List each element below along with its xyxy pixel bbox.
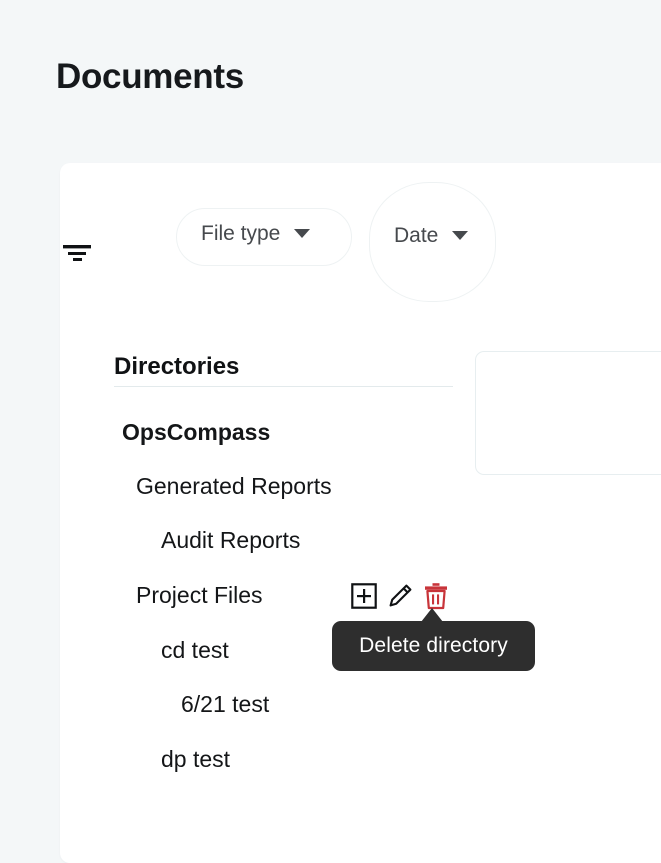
filter-icon[interactable]	[61, 240, 97, 266]
tree-item-label: Project Files	[136, 582, 263, 608]
tree-item-opscompass[interactable]: OpsCompass	[122, 421, 270, 444]
directories-heading: Directories	[114, 353, 240, 380]
directories-divider	[114, 386, 453, 387]
tree-item-audit-reports[interactable]: Audit Reports	[161, 529, 300, 552]
filter-chip-date[interactable]: Date	[369, 182, 496, 302]
documents-page: Documents File type Date Directories Ops…	[0, 0, 661, 863]
tree-item-cd-test[interactable]: cd test	[161, 639, 229, 662]
tree-item-dp-test[interactable]: dp test	[161, 748, 230, 771]
details-panel	[475, 351, 661, 475]
tree-item-label: Audit Reports	[161, 527, 301, 553]
tree-item-project-files[interactable]: Project Files	[136, 584, 263, 607]
tooltip-arrow	[421, 608, 443, 622]
tree-item-label: dp test	[161, 746, 231, 772]
documents-card	[60, 163, 661, 863]
edit-directory-button[interactable]	[384, 580, 415, 612]
filter-chip-file-type[interactable]: File type	[176, 208, 352, 266]
chevron-down-icon	[294, 229, 311, 238]
tree-item-label: OpsCompass	[122, 419, 271, 445]
tooltip-label: Delete directory	[359, 634, 508, 657]
add-directory-button[interactable]	[348, 580, 379, 612]
chevron-down-icon	[452, 231, 469, 240]
tree-item-621-test[interactable]: 6/21 test	[181, 693, 269, 716]
tree-item-generated-reports[interactable]: Generated Reports	[136, 475, 332, 498]
tree-item-label: cd test	[161, 637, 229, 663]
filter-chip-date-label: Date	[394, 224, 439, 247]
page-title: Documents	[56, 57, 244, 96]
filter-chip-file-type-label: File type	[201, 222, 281, 245]
delete-directory-tooltip: Delete directory	[332, 621, 535, 671]
tree-item-label: 6/21 test	[181, 691, 270, 717]
tree-item-label: Generated Reports	[136, 473, 332, 499]
